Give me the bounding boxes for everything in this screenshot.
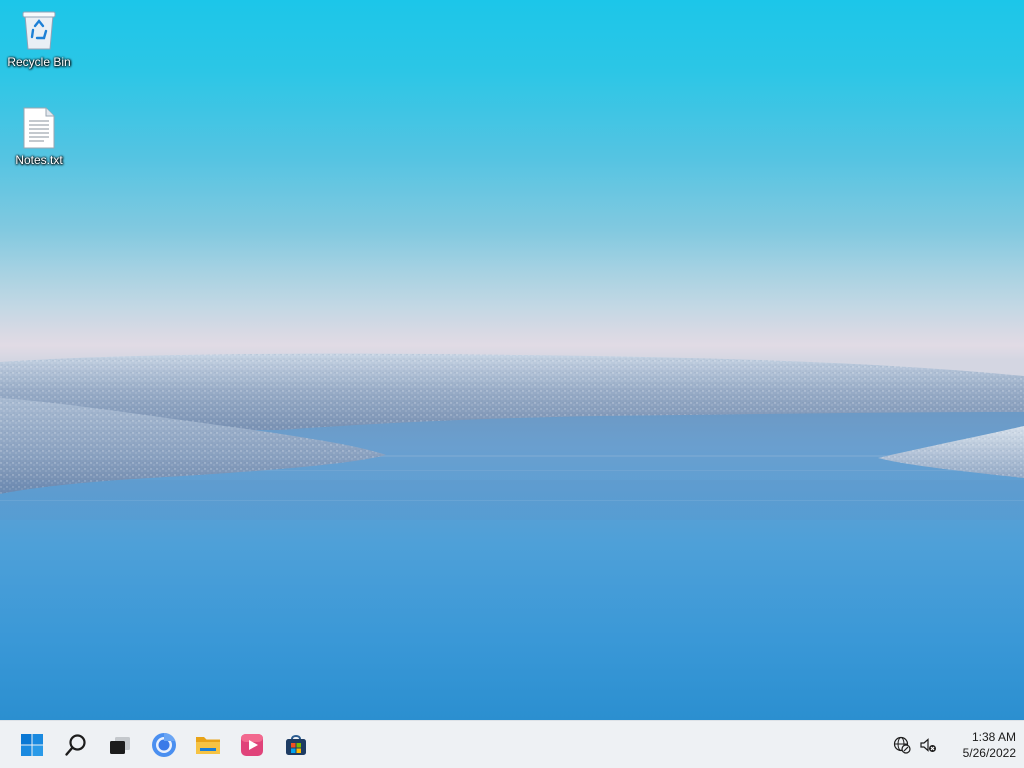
taskbar: 1:38 AM 5/26/2022 [0,720,1024,768]
chrome-icon [152,732,176,757]
search-button[interactable] [56,725,96,765]
file-explorer-taskbar-button[interactable] [188,725,228,765]
windows-start-icon [21,734,43,756]
desktop-wallpaper[interactable]: Recycle Bin Notes.txt [0,0,1024,720]
network-globe-icon [893,736,911,754]
start-button[interactable] [12,725,52,765]
recycle-bin-label: Recycle Bin [7,55,71,69]
search-icon [65,734,86,756]
desktop-icon-recycle-bin[interactable]: Recycle Bin [1,8,77,69]
task-view-icon [110,737,130,754]
clock-time: 1:38 AM [971,730,1016,744]
clock-date: 5/26/2022 [962,746,1016,760]
recycle-bin-icon [19,8,59,52]
volume-muted-icon [920,738,936,752]
store-icon [286,735,306,755]
clipchamp-taskbar-button[interactable] [232,725,272,765]
notes-txt-label: Notes.txt [15,153,63,167]
network-status-button[interactable] [890,733,914,757]
text-file-icon [19,106,59,150]
clipchamp-icon [241,734,263,756]
wallpaper-landscape [0,353,1024,720]
taskbar-clock[interactable]: 1:38 AM 5/26/2022 [940,727,1016,763]
chrome-taskbar-button[interactable] [144,725,184,765]
volume-button[interactable] [916,733,940,757]
desktop-icon-notes-txt[interactable]: Notes.txt [1,106,77,167]
microsoft-store-taskbar-button[interactable] [276,725,316,765]
task-view-button[interactable] [100,725,140,765]
folder-icon [196,737,220,754]
